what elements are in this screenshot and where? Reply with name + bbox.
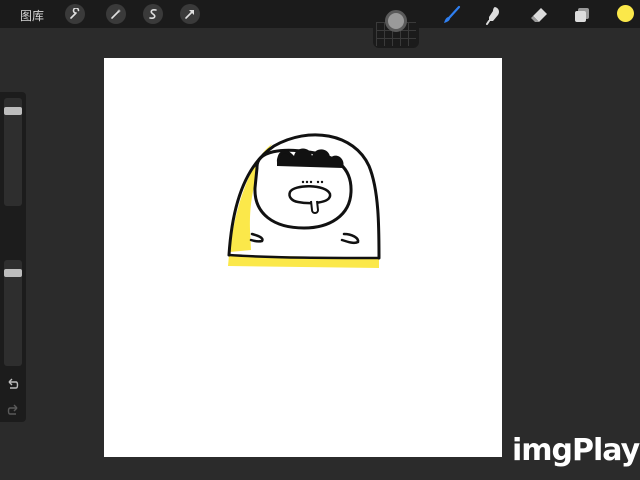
layers-icon[interactable]	[571, 4, 593, 26]
quick-menu-knob	[385, 10, 407, 32]
wrench-icon[interactable]	[65, 4, 85, 24]
selection-icon[interactable]	[143, 4, 163, 24]
quick-menu-button[interactable]	[373, 0, 419, 48]
brush-opacity-thumb[interactable]	[4, 268, 22, 277]
color-picker-swatch[interactable]	[617, 5, 634, 22]
smudge-icon[interactable]	[483, 4, 505, 26]
left-sidebar	[0, 92, 26, 422]
drawing-artwork	[227, 133, 381, 268]
undo-icon[interactable]	[6, 377, 20, 391]
brush-size-thumb[interactable]	[4, 107, 22, 115]
eraser-icon[interactable]	[528, 4, 550, 26]
redo-icon[interactable]	[6, 403, 20, 417]
brush-icon[interactable]	[441, 4, 463, 26]
transform-arrow-icon[interactable]	[180, 4, 200, 24]
magic-wand-icon[interactable]	[106, 4, 126, 24]
imgplay-watermark: imgPlay	[512, 433, 640, 468]
gallery-button[interactable]: 图库	[20, 7, 44, 24]
top-toolbar: 图库	[0, 0, 640, 28]
drawing-canvas[interactable]	[104, 58, 502, 457]
